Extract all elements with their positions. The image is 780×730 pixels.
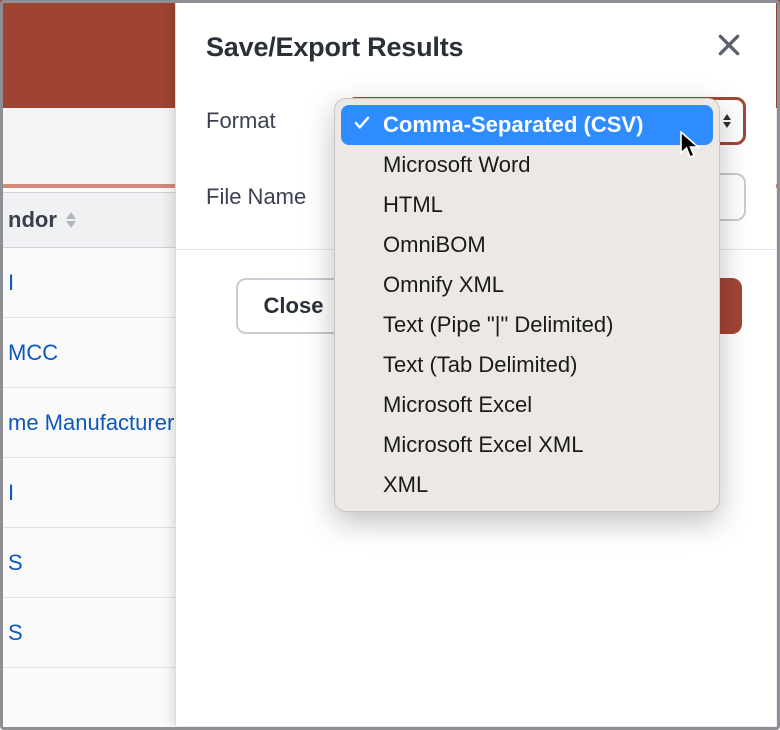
dropdown-option-text-pipe[interactable]: Text (Pipe "|" Delimited): [341, 305, 713, 345]
dropdown-option-label: Comma-Separated (CSV): [383, 112, 643, 138]
dropdown-option-label: Microsoft Excel: [383, 392, 532, 418]
dropdown-option-omnibom[interactable]: OmniBOM: [341, 225, 713, 265]
format-label: Format: [206, 108, 346, 134]
modal-header: Save/Export Results: [176, 0, 776, 87]
dropdown-option-word[interactable]: Microsoft Word: [341, 145, 713, 185]
format-dropdown[interactable]: Comma-Separated (CSV) Microsoft Word HTM…: [334, 98, 720, 512]
dropdown-option-label: XML: [383, 472, 428, 498]
dropdown-option-label: Text (Tab Delimited): [383, 352, 577, 378]
filename-label: File Name: [206, 184, 346, 210]
dropdown-option-label: Text (Pipe "|" Delimited): [383, 312, 613, 338]
dropdown-option-text-tab[interactable]: Text (Tab Delimited): [341, 345, 713, 385]
dropdown-option-omnifyxml[interactable]: Omnify XML: [341, 265, 713, 305]
modal-title: Save/Export Results: [206, 32, 463, 63]
dropdown-option-label: Microsoft Excel XML: [383, 432, 584, 458]
check-icon: [353, 112, 371, 138]
dropdown-option-html[interactable]: HTML: [341, 185, 713, 225]
dropdown-option-excel[interactable]: Microsoft Excel: [341, 385, 713, 425]
select-stepper-icon: [721, 113, 733, 129]
close-icon[interactable]: [712, 28, 746, 67]
dropdown-option-csv[interactable]: Comma-Separated (CSV): [341, 105, 713, 145]
close-button-label: Close: [264, 293, 324, 319]
dropdown-option-label: Microsoft Word: [383, 152, 531, 178]
dropdown-option-label: HTML: [383, 192, 443, 218]
dropdown-option-excelxml[interactable]: Microsoft Excel XML: [341, 425, 713, 465]
dropdown-option-label: OmniBOM: [383, 232, 486, 258]
dropdown-option-label: Omnify XML: [383, 272, 504, 298]
dropdown-option-xml[interactable]: XML: [341, 465, 713, 505]
